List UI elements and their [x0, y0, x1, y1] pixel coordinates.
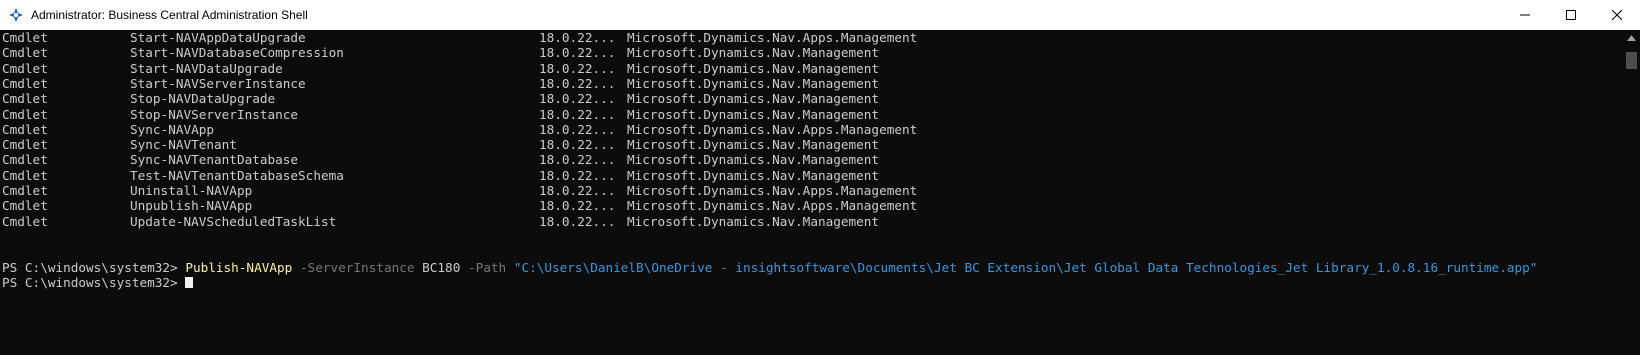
command-source: Microsoft.Dynamics.Nav.Management: [627, 213, 880, 229]
command-type: Cmdlet: [2, 30, 48, 45]
command-type: Cmdlet: [2, 45, 48, 61]
command-source: Microsoft.Dynamics.Nav.Management: [627, 152, 880, 168]
command-line: PS C:\windows\system32> Publish-NAVApp -…: [2, 260, 1537, 276]
command-version: 18.0.22...: [539, 137, 616, 153]
minimize-button[interactable]: [1502, 0, 1548, 30]
shell-app-icon: [7, 6, 25, 24]
command-version: 18.0.22...: [539, 167, 616, 183]
command-type: Cmdlet: [2, 75, 48, 91]
window-controls: [1502, 0, 1640, 30]
command-name: Unpublish-NAVApp: [130, 198, 253, 214]
command-version: 18.0.22...: [539, 60, 616, 76]
parameter-token: -ServerInstance: [292, 259, 423, 275]
command-type: Cmdlet: [2, 106, 48, 122]
command-source: Microsoft.Dynamics.Nav.Apps.Management: [627, 183, 918, 198]
command-type: Cmdlet: [2, 198, 48, 214]
command-name: Start-NAVDataUpgrade: [130, 60, 283, 76]
maximize-icon: [1566, 10, 1576, 20]
command-name: Uninstall-NAVApp: [130, 183, 253, 198]
scrollbar-thumb[interactable]: [1626, 52, 1637, 69]
text-cursor: [185, 276, 194, 288]
command-source: Microsoft.Dynamics.Nav.Management: [627, 167, 880, 183]
command-type: Cmdlet: [2, 183, 48, 198]
command-name: Start-NAVServerInstance: [130, 75, 306, 91]
command-version: 18.0.22...: [539, 121, 616, 137]
command-version: 18.0.22...: [539, 75, 616, 91]
command-type: Cmdlet: [2, 167, 48, 183]
command-version: 18.0.22...: [539, 213, 616, 229]
command-source: Microsoft.Dynamics.Nav.Apps.Management: [627, 121, 918, 137]
command-source: Microsoft.Dynamics.Nav.Management: [627, 91, 880, 107]
string-argument-token: "C:\Users\DanielB\OneDrive - insightsoft…: [513, 259, 1538, 275]
command-name: Stop-NAVDataUpgrade: [130, 91, 276, 107]
command-type: Cmdlet: [2, 137, 48, 153]
scroll-up-arrow-icon[interactable]: [1627, 33, 1636, 42]
command-source: Microsoft.Dynamics.Nav.Management: [627, 106, 880, 122]
window-title: Administrator: Business Central Administ…: [31, 8, 308, 22]
command-type: Cmdlet: [2, 91, 48, 107]
command-type: Cmdlet: [2, 213, 48, 229]
close-button[interactable]: [1594, 0, 1640, 30]
command-name: Start-NAVDatabaseCompression: [130, 45, 344, 61]
command-source: Microsoft.Dynamics.Nav.Management: [627, 60, 880, 76]
command-type: Cmdlet: [2, 152, 48, 168]
command-name: Stop-NAVServerInstance: [130, 106, 299, 122]
argument-token: BC180: [422, 259, 461, 275]
maximize-button[interactable]: [1548, 0, 1594, 30]
command-version: 18.0.22...: [539, 152, 616, 168]
command-version: 18.0.22...: [539, 45, 616, 61]
command-name: Sync-NAVApp: [130, 121, 215, 137]
command-version: 18.0.22...: [539, 30, 616, 45]
powershell-window: Administrator: Business Central Administ…: [0, 0, 1640, 355]
command-source: Microsoft.Dynamics.Nav.Apps.Management: [627, 198, 918, 214]
command-source: Microsoft.Dynamics.Nav.Management: [627, 137, 880, 153]
command-source: Microsoft.Dynamics.Nav.Apps.Management: [627, 30, 918, 45]
command-version: 18.0.22...: [539, 198, 616, 214]
command-source: Microsoft.Dynamics.Nav.Management: [627, 45, 880, 61]
input-line[interactable]: PS C:\windows\system32>: [2, 274, 194, 291]
command-name: Start-NAVAppDataUpgrade: [130, 30, 306, 45]
title-bar[interactable]: Administrator: Business Central Administ…: [0, 0, 1640, 30]
command-name: Sync-NAVTenant: [130, 137, 237, 153]
prompt: PS C:\windows\system32>: [2, 274, 186, 290]
command-name: Test-NAVTenantDatabaseSchema: [130, 167, 344, 183]
minimize-icon: [1520, 14, 1530, 16]
command-type: Cmdlet: [2, 60, 48, 76]
command-version: 18.0.22...: [539, 91, 616, 107]
command-name: Update-NAVScheduledTaskList: [130, 213, 337, 229]
command-name: Sync-NAVTenantDatabase: [130, 152, 299, 168]
command-version: 18.0.22...: [539, 183, 616, 198]
command-token: Publish-NAVApp: [185, 259, 293, 275]
close-icon: [1612, 10, 1622, 20]
parameter-token: -Path: [460, 259, 514, 275]
vertical-scrollbar[interactable]: [1623, 30, 1640, 355]
command-version: 18.0.22...: [539, 106, 616, 122]
console-output[interactable]: Cmdlet Start-NAVAppDataUpgrade 18.0.22... M…: [0, 30, 1623, 355]
prompt: PS C:\windows\system32>: [2, 259, 186, 275]
command-source: Microsoft.Dynamics.Nav.Management: [627, 75, 880, 91]
command-type: Cmdlet: [2, 121, 48, 137]
